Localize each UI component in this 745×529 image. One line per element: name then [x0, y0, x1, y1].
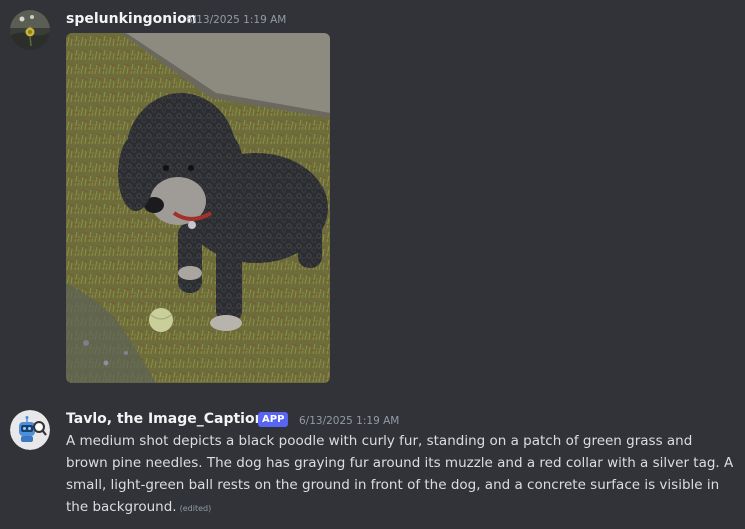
message-text: A medium shot depicts a black poodle wit… — [66, 433, 734, 515]
message-item: spelunkingonion 6/13/2025 1:19 AM — [0, 0, 745, 390]
image-attachment[interactable] — [66, 33, 330, 383]
message-username[interactable]: spelunkingonion — [66, 11, 197, 27]
app-badge: APP — [258, 412, 289, 427]
dog-photo-icon — [66, 33, 330, 383]
message-timestamp: 6/13/2025 1:19 AM — [186, 14, 287, 26]
message-content: A medium shot depicts a black poodle wit… — [66, 430, 738, 520]
edited-label: (edited) — [179, 504, 212, 513]
user-avatar-icon[interactable] — [10, 10, 50, 50]
bot-avatar-icon[interactable] — [10, 410, 50, 450]
message-username[interactable]: Tavlo, the Image_Captioner — [66, 411, 281, 427]
chat-message-list: spelunkingonion 6/13/2025 1:19 AM Tavlo,… — [0, 0, 745, 529]
message-timestamp: 6/13/2025 1:19 AM — [299, 415, 400, 427]
message-item: Tavlo, the Image_Captioner APP 6/13/2025… — [0, 395, 745, 529]
